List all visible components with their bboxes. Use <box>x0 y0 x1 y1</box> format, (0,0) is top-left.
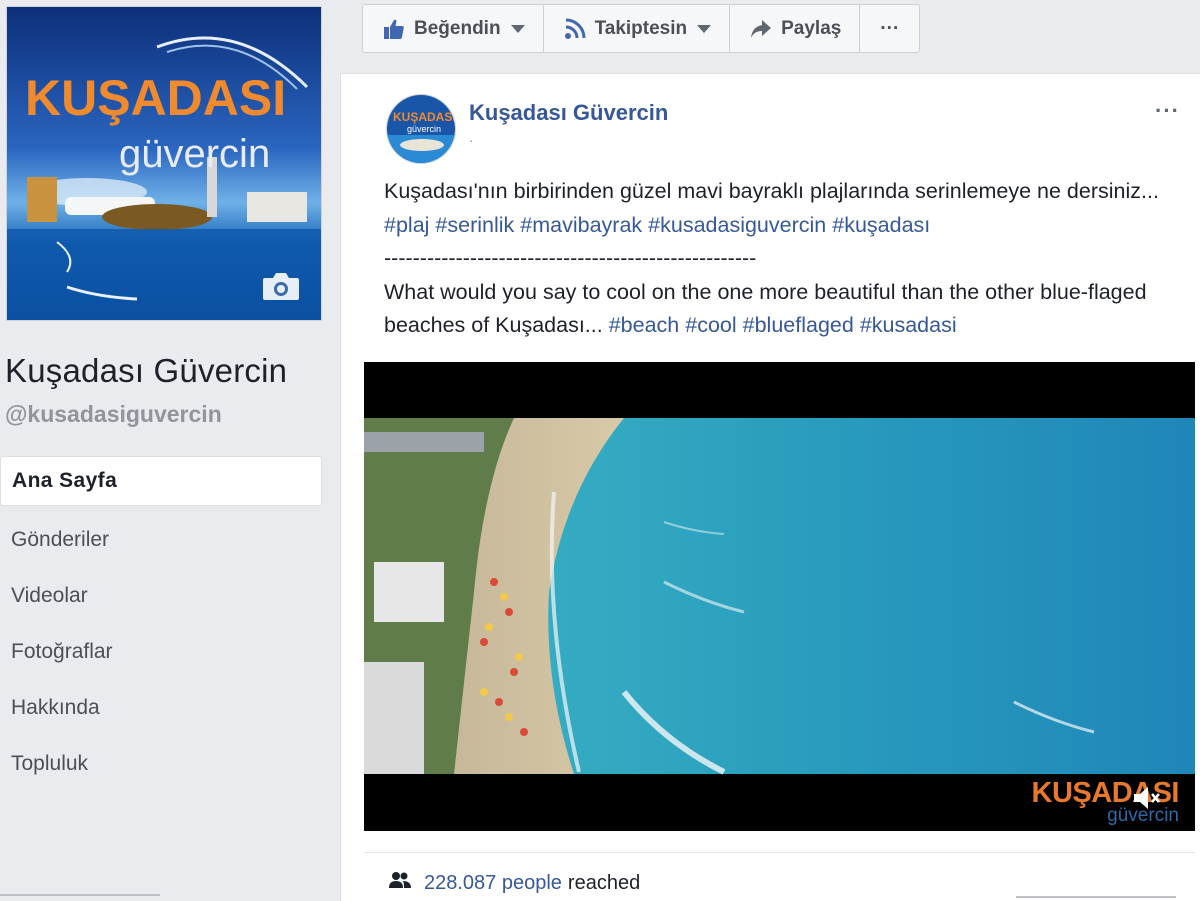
hashtag-link[interactable]: #serinlik <box>435 213 514 237</box>
chevron-down-icon <box>697 24 712 33</box>
hashtag-link[interactable]: #cool <box>685 313 736 337</box>
post-separator: ----------------------------------------… <box>384 246 757 270</box>
left-column: KUŞADASI güvercin Kuşadası Güvercin @kus… <box>0 0 340 901</box>
cover-title-line2: güvercin <box>119 132 270 176</box>
hashtag-link[interactable]: #plaj <box>384 213 429 237</box>
post-text-turkish: Kuşadası'nın birbirinden güzel mavi bayr… <box>384 175 1184 242</box>
post-author-avatar[interactable]: KUŞADASI güvercin <box>386 94 456 164</box>
chevron-down-icon <box>510 24 525 33</box>
rss-icon <box>564 18 586 40</box>
like-button[interactable]: Beğendin <box>363 5 544 52</box>
nav-item-posts[interactable]: Gönderiler <box>0 512 322 568</box>
nav-item-home[interactable]: Ana Sayfa <box>0 456 322 506</box>
nav-item-videos[interactable]: Videolar <box>0 568 322 624</box>
follow-button[interactable]: Takiptesin <box>544 5 731 52</box>
share-button[interactable]: Paylaş <box>730 5 861 52</box>
nav-item-about[interactable]: Hakkında <box>0 680 322 736</box>
cover-title-line1: KUŞADASI <box>25 70 286 126</box>
hashtag-link[interactable]: #beach <box>609 313 680 337</box>
page-handle[interactable]: @kusadasiguvercin <box>5 401 222 428</box>
post-text-english: What would you say to cool on the one mo… <box>384 276 1184 343</box>
follow-button-label: Takiptesin <box>594 17 688 39</box>
nav-item-community[interactable]: Topluluk <box>0 736 322 792</box>
post-reach: 228.087 people reached <box>388 871 640 895</box>
speaker-muted-icon[interactable] <box>1131 783 1161 813</box>
cover-photo[interactable]: KUŞADASI güvercin <box>6 6 322 321</box>
camera-icon[interactable] <box>261 270 301 302</box>
left-bottom-divider <box>0 894 160 901</box>
like-button-label: Beğendin <box>414 17 501 39</box>
hashtag-link[interactable]: #kusadasiguvercin <box>648 213 826 237</box>
hashtag-link[interactable]: #kuşadası <box>832 213 930 237</box>
post-author-name[interactable]: Kuşadası Güvercin <box>469 100 668 126</box>
page-action-bar: Beğendin Takiptesin Paylaş ··· <box>362 4 921 53</box>
more-options-label: ··· <box>880 17 900 39</box>
post-text-tr: Kuşadası'nın birbirinden güzel mavi bayr… <box>384 179 1159 203</box>
video-player[interactable]: KUŞADASI güvercin <box>364 362 1195 831</box>
nav-item-photos[interactable]: Fotoğraflar <box>0 624 322 680</box>
hashtag-link[interactable]: #blueflaged <box>743 313 854 337</box>
reach-count-link[interactable]: 228.087 people <box>424 872 562 895</box>
svg-text:KUŞADASI: KUŞADASI <box>393 110 456 124</box>
reach-divider <box>364 852 1195 853</box>
hashtag-link[interactable]: #mavibayrak <box>520 213 642 237</box>
thumbs-up-icon <box>383 18 405 40</box>
boost-stub-divider <box>1016 896 1176 901</box>
share-button-label: Paylaş <box>781 17 842 39</box>
post-card: KUŞADASI güvercin Kuşadası Güvercin · ··… <box>340 73 1200 901</box>
people-icon <box>388 871 412 895</box>
post-body: Kuşadası'nın birbirinden güzel mavi bayr… <box>384 175 1184 343</box>
svg-text:güvercin: güvercin <box>407 124 441 134</box>
hashtag-link[interactable]: #kusadasi <box>860 313 957 337</box>
post-timestamp[interactable]: · <box>469 132 474 148</box>
page-name[interactable]: Kuşadası Güvercin <box>5 352 287 390</box>
video-frame <box>364 362 1195 831</box>
share-arrow-icon <box>750 19 772 39</box>
post-options-button[interactable]: ··· <box>1155 98 1180 124</box>
page-nav: Ana Sayfa Gönderiler Videolar Fotoğrafla… <box>0 456 322 792</box>
reach-suffix: reached <box>567 871 641 894</box>
more-options-button[interactable]: ··· <box>860 5 919 52</box>
